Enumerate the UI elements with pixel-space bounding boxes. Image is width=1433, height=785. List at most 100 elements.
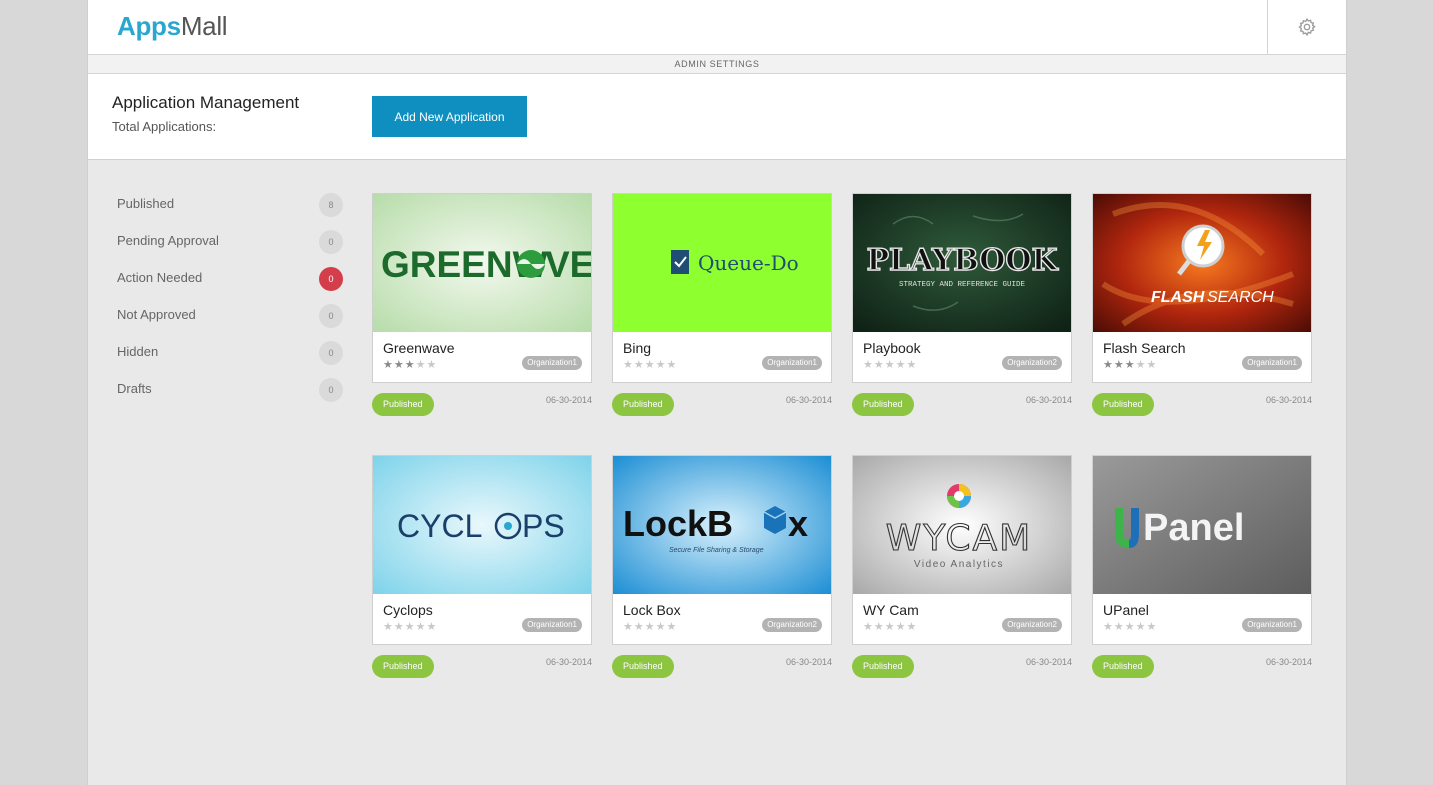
- status-filter-sidebar: Published 8 Pending Approval 0 Action Ne…: [117, 193, 343, 415]
- app-tile[interactable]: GREENW VE Greenwave ★★★★★ Organization1: [372, 193, 592, 383]
- sidebar-item-pending-approval[interactable]: Pending Approval 0: [117, 230, 343, 267]
- sidebar-item-label: Pending Approval: [117, 233, 219, 248]
- logo-subtitle: STRATEGY AND REFERENCE GUIDE: [899, 281, 1026, 289]
- app-name: Cyclops: [383, 602, 433, 618]
- app-name: Playbook: [863, 340, 921, 356]
- app-tile[interactable]: CYCL PS Cyclops ★★★★★ Organization1: [372, 455, 592, 645]
- count-badge: 0: [319, 230, 343, 254]
- logo-text: VE: [545, 244, 591, 285]
- organization-badge: Organization1: [522, 356, 582, 370]
- wycam-logo-thumbnail: WYCAM Video Analytics: [853, 456, 1071, 594]
- app-date: 06-30-2014: [1025, 657, 1072, 667]
- logo-text: PLAYBOOK: [866, 243, 1058, 278]
- organization-badge: Organization1: [1242, 356, 1302, 370]
- organization-badge: Organization1: [762, 356, 822, 370]
- count-badge: 0: [319, 378, 343, 402]
- sidebar-item-action-needed[interactable]: Action Needed 0: [117, 267, 343, 304]
- app-card-lock-box[interactable]: LockB x Secure File Sharing & Storage Lo…: [612, 455, 832, 678]
- count-badge: 8: [319, 193, 343, 217]
- app-card-greenwave[interactable]: GREENW VE Greenwave ★★★★★ Organization1 …: [372, 193, 592, 416]
- app-card-upanel[interactable]: Panel UPanel ★★★★★ Organization1 Publish…: [1092, 455, 1312, 678]
- admin-settings-bar[interactable]: ADMIN SETTINGS: [88, 55, 1346, 74]
- organization-badge: Organization2: [762, 618, 822, 632]
- app-name: Greenwave: [383, 340, 455, 356]
- app-card-bing[interactable]: Queue-Do Bing ★★★★★ Organization1 Publis…: [612, 193, 832, 416]
- app-card-cyclops[interactable]: CYCL PS Cyclops ★★★★★ Organization1 Publ…: [372, 455, 592, 678]
- app-tile[interactable]: WYCAM Video Analytics WY Cam ★★★★★ Organ…: [852, 455, 1072, 645]
- star-rating: ★★★★★: [383, 359, 438, 371]
- star-rating: ★★★★★: [863, 621, 918, 633]
- app-date: 06-30-2014: [545, 395, 592, 405]
- logo-subtitle: Secure File Sharing & Storage: [669, 547, 764, 554]
- sidebar-item-published[interactable]: Published 8: [117, 193, 343, 230]
- page-title: Application Management: [112, 93, 300, 112]
- app-name: WY Cam: [863, 602, 919, 618]
- logo-text: CYCL: [397, 508, 482, 544]
- playbook-logo-thumbnail: PLAYBOOK STRATEGY AND REFERENCE GUIDE: [853, 194, 1071, 332]
- sidebar-item-label: Hidden: [117, 344, 159, 359]
- logo-text: Panel: [1143, 507, 1244, 549]
- status-badge: Published: [1092, 393, 1154, 416]
- status-badge: Published: [852, 655, 914, 678]
- organization-badge: Organization2: [1002, 618, 1062, 632]
- total-applications-label: Total Applications:: [112, 119, 217, 134]
- queue-do-logo-thumbnail: Queue-Do: [613, 194, 831, 332]
- sidebar-item-label: Published: [117, 196, 175, 211]
- sidebar-item-hidden[interactable]: Hidden 0: [117, 341, 343, 378]
- status-badge: Published: [612, 393, 674, 416]
- app-tile[interactable]: Panel UPanel ★★★★★ Organization1: [1092, 455, 1312, 645]
- star-rating: ★★★★★: [623, 359, 678, 371]
- upanel-logo-thumbnail: Panel: [1093, 456, 1311, 594]
- status-badge: Published: [852, 393, 914, 416]
- status-badge: Published: [372, 655, 434, 678]
- status-badge: Published: [372, 393, 434, 416]
- app-card-flash-search[interactable]: FLASH SEARCH Flash Search ★★★★★ Organiza…: [1092, 193, 1312, 416]
- logo-text: x: [788, 503, 808, 544]
- top-bar: AppsMall: [88, 0, 1346, 55]
- logo-text: Queue-Do: [698, 251, 799, 275]
- status-badge: Published: [1092, 655, 1154, 678]
- app-date: 06-30-2014: [785, 657, 832, 667]
- app-frame: AppsMall ADMIN SETTINGS Application Mana…: [87, 0, 1347, 785]
- flash-search-logo-thumbnail: FLASH SEARCH: [1093, 194, 1311, 332]
- app-date: 06-30-2014: [1265, 395, 1312, 405]
- app-date: 06-30-2014: [1265, 657, 1312, 667]
- star-rating: ★★★★★: [1103, 621, 1158, 633]
- app-card-wy-cam[interactable]: WYCAM Video Analytics WY Cam ★★★★★ Organ…: [852, 455, 1072, 678]
- logo-text: FLASH: [1151, 289, 1205, 306]
- app-name: Flash Search: [1103, 340, 1186, 356]
- sidebar-item-label: Drafts: [117, 381, 152, 396]
- sidebar-item-label: Action Needed: [117, 270, 203, 285]
- greenwave-logo-thumbnail: GREENW VE: [373, 194, 591, 332]
- appsmall-logo[interactable]: AppsMall: [117, 11, 228, 42]
- app-name: Lock Box: [623, 602, 681, 618]
- count-badge: 0: [319, 304, 343, 328]
- app-tile[interactable]: LockB x Secure File Sharing & Storage Lo…: [612, 455, 832, 645]
- star-rating: ★★★★★: [623, 621, 678, 633]
- count-badge: 0: [319, 267, 343, 291]
- cyclops-logo-thumbnail: CYCL PS: [373, 456, 591, 594]
- app-tile[interactable]: PLAYBOOK STRATEGY AND REFERENCE GUIDE Pl…: [852, 193, 1072, 383]
- lockbox-logo-thumbnail: LockB x Secure File Sharing & Storage: [613, 456, 831, 594]
- logo-text: WYCAM: [886, 518, 1032, 559]
- gear-icon: [1298, 17, 1316, 37]
- app-card-playbook[interactable]: PLAYBOOK STRATEGY AND REFERENCE GUIDE Pl…: [852, 193, 1072, 416]
- app-date: 06-30-2014: [545, 657, 592, 667]
- star-rating: ★★★★★: [383, 621, 438, 633]
- page-header: Application Management Total Application…: [88, 74, 1346, 160]
- app-date: 06-30-2014: [785, 395, 832, 405]
- app-tile[interactable]: Queue-Do Bing ★★★★★ Organization1: [612, 193, 832, 383]
- add-new-application-button[interactable]: Add New Application: [372, 96, 527, 137]
- app-name: Bing: [623, 340, 652, 356]
- status-badge: Published: [612, 655, 674, 678]
- app-tile[interactable]: FLASH SEARCH Flash Search ★★★★★ Organiza…: [1092, 193, 1312, 383]
- settings-button[interactable]: [1267, 0, 1346, 54]
- logo-text: SEARCH: [1207, 289, 1274, 306]
- star-rating: ★★★★★: [1103, 359, 1158, 371]
- sidebar-item-drafts[interactable]: Drafts 0: [117, 378, 343, 415]
- sidebar-item-label: Not Approved: [117, 307, 196, 322]
- logo-text: LockB: [623, 503, 733, 544]
- sidebar-item-not-approved[interactable]: Not Approved 0: [117, 304, 343, 341]
- star-rating: ★★★★★: [863, 359, 918, 371]
- organization-badge: Organization1: [522, 618, 582, 632]
